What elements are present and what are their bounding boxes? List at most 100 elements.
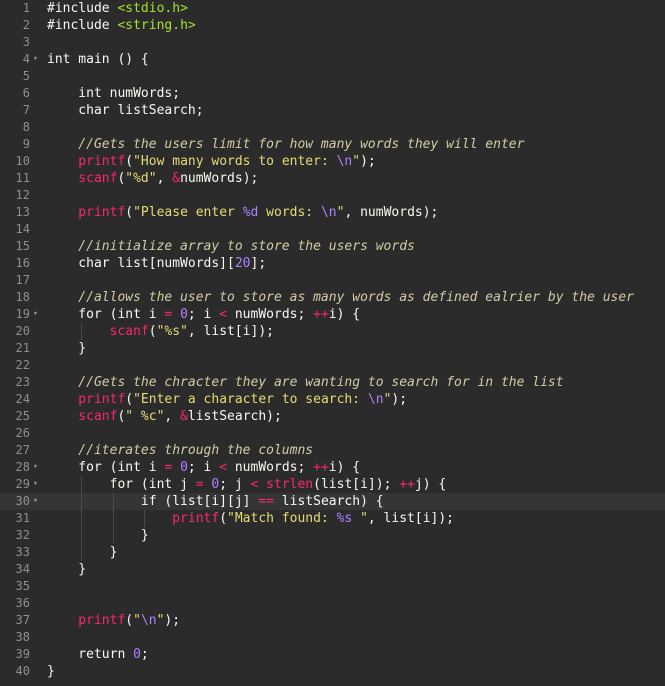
- code-token: , list[i]);: [187, 324, 274, 339]
- code-token: %s: [336, 511, 353, 526]
- line-number: 25: [15, 409, 30, 423]
- code-token: for (int i: [47, 307, 165, 322]
- code-line[interactable]: 17: [0, 272, 665, 289]
- code-line[interactable]: 37 printf("\n");: [0, 612, 665, 629]
- code-token: return: [47, 647, 134, 662]
- line-number: 24: [15, 392, 30, 406]
- code-line[interactable]: 20 scanf("%s", list[i]);: [0, 323, 665, 340]
- code-token: (: [219, 511, 228, 526]
- code-line[interactable]: 31 printf("Match found: %s ", list[i]);: [0, 510, 665, 527]
- code-line[interactable]: 38: [0, 629, 665, 646]
- code-line[interactable]: 12: [0, 187, 665, 204]
- line-number: 5: [22, 69, 30, 83]
- code-text: }: [47, 340, 86, 357]
- code-line[interactable]: 10 printf("How many words to enter: \n")…: [0, 153, 665, 170]
- code-line[interactable]: 24 printf("Enter a character to search: …: [0, 391, 665, 408]
- code-token: ;: [140, 647, 149, 662]
- line-number: 30: [15, 494, 30, 508]
- code-token: ==: [258, 494, 274, 509]
- code-line[interactable]: 8: [0, 119, 665, 136]
- indent-guide: [81, 476, 82, 561]
- code-text: scanf(" %c", &listSearch);: [47, 408, 282, 425]
- code-token: );: [391, 392, 408, 407]
- code-line[interactable]: 39 return 0;: [0, 646, 665, 663]
- line-number: 36: [15, 596, 30, 610]
- code-text: #include <string.h>: [47, 17, 196, 34]
- code-line[interactable]: 19 ▾ for (int i = 0; i < numWords; ++i) {: [0, 306, 665, 323]
- code-token: 0: [180, 307, 188, 322]
- code-line[interactable]: 22: [0, 357, 665, 374]
- code-token: "Match found:: [227, 511, 337, 526]
- fold-arrow-icon[interactable]: ▾: [31, 51, 40, 68]
- line-number: 6: [22, 86, 30, 100]
- code-token: );: [360, 154, 376, 169]
- code-token: <stdio.h>: [117, 1, 188, 16]
- code-line[interactable]: 28 ▾ for (int i = 0; i < numWords; ++i) {: [0, 459, 665, 476]
- line-number: 32: [15, 528, 30, 542]
- code-line[interactable]: 3: [0, 34, 665, 51]
- code-line[interactable]: 29 ▾ for (int j = 0; j < strlen(list[i]);…: [0, 476, 665, 493]
- code-text: //initialize array to store the users wo…: [47, 238, 415, 255]
- code-line[interactable]: 15 //initialize array to store the users…: [0, 238, 665, 255]
- indent-guide: [81, 323, 82, 340]
- fold-arrow-icon[interactable]: ▾: [31, 493, 40, 510]
- code-line[interactable]: 27 //iterates through the columns: [0, 442, 665, 459]
- line-number: 1: [22, 1, 30, 15]
- code-text: int numWords;: [47, 85, 180, 102]
- line-number: 40: [15, 664, 30, 678]
- code-line[interactable]: 5: [0, 68, 665, 85]
- code-line[interactable]: 34 }: [0, 561, 665, 578]
- code-line[interactable]: 14: [0, 221, 665, 238]
- code-line[interactable]: 13 printf("Please enter %d words: \n", n…: [0, 204, 665, 221]
- line-number: 8: [22, 120, 30, 134]
- code-token: words:: [258, 205, 321, 220]
- code-line[interactable]: 9 //Gets the users limit for how many wo…: [0, 136, 665, 153]
- code-token: scanf: [47, 409, 118, 424]
- code-line[interactable]: 1 #include <stdio.h>: [0, 0, 665, 17]
- code-line[interactable]: 6 int numWords;: [0, 85, 665, 102]
- code-line[interactable]: 23 //Gets the chracter they are wanting …: [0, 374, 665, 391]
- code-token: \n: [336, 154, 353, 169]
- code-token: numWords;: [227, 460, 314, 475]
- code-line[interactable]: 40}: [0, 663, 665, 680]
- code-token: &: [172, 171, 181, 186]
- code-token: ++: [313, 307, 329, 322]
- code-text: //Gets the users limit for how many word…: [47, 136, 524, 153]
- code-token: "Enter a character to search:: [133, 392, 368, 407]
- fold-arrow-icon[interactable]: ▾: [31, 459, 40, 476]
- code-line[interactable]: 21 }: [0, 340, 665, 357]
- code-line[interactable]: 32 }: [0, 527, 665, 544]
- code-line[interactable]: 33 }: [0, 544, 665, 561]
- code-token: ];: [250, 256, 267, 271]
- code-token: , list[i]);: [367, 511, 454, 526]
- code-token: //Gets the chracter they are wanting to …: [47, 375, 564, 390]
- code-token: }: [47, 562, 87, 577]
- fold-arrow-icon[interactable]: ▾: [31, 306, 40, 323]
- code-editor[interactable]: 1 #include <stdio.h> 2 #include <string.h> 3…: [0, 0, 665, 686]
- code-token: //allows the user to store as many words…: [47, 290, 634, 305]
- code-line[interactable]: 2 #include <string.h>: [0, 17, 665, 34]
- code-line[interactable]: 4 ▾ int main () {: [0, 51, 665, 68]
- code-token: }: [47, 664, 55, 679]
- code-token: listSearch) {: [273, 494, 384, 509]
- fold-arrow-icon[interactable]: ▾: [31, 476, 40, 493]
- code-line[interactable]: 26: [0, 425, 665, 442]
- line-number: 26: [15, 426, 30, 440]
- code-line[interactable]: 7 char listSearch;: [0, 102, 665, 119]
- code-line[interactable]: 36: [0, 595, 665, 612]
- code-line[interactable]: 11 scanf("%d", &numWords);: [0, 170, 665, 187]
- line-number: 17: [15, 273, 30, 287]
- code-token: \n: [367, 392, 384, 407]
- code-line[interactable]: 18 //allows the user to store as many wo…: [0, 289, 665, 306]
- code-line[interactable]: 35: [0, 578, 665, 595]
- code-token: <: [219, 460, 228, 475]
- code-text: //allows the user to store as many words…: [47, 289, 634, 306]
- code-token: ": [352, 511, 368, 526]
- code-line[interactable]: 30 ▾ if (list[i][j] == listSearch) {: [0, 493, 665, 510]
- code-line[interactable]: 16 char list[numWords][20];: [0, 255, 665, 272]
- code-token: ,: [164, 409, 181, 424]
- code-line[interactable]: 25 scanf(" %c", &listSearch);: [0, 408, 665, 425]
- line-number: 10: [15, 154, 30, 168]
- code-text: for (int j = 0; j < strlen(list[i]); ++j…: [47, 476, 447, 493]
